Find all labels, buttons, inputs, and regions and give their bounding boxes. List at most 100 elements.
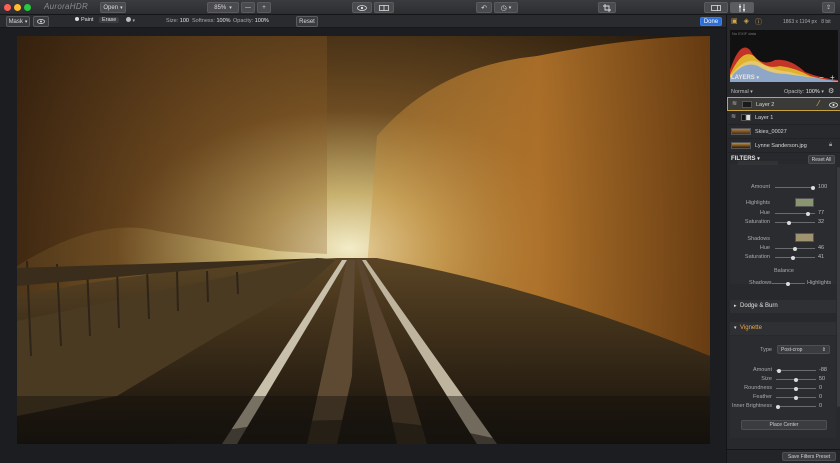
slider-knob[interactable] — [776, 404, 780, 409]
photo-canvas[interactable] — [17, 36, 710, 444]
vig-type-dropdown[interactable]: Post-crop ⇕ — [777, 345, 830, 354]
layer-thumbnail — [731, 142, 751, 149]
mask-visibility-button[interactable] — [33, 16, 49, 27]
ct-s-sat-slider[interactable] — [775, 255, 815, 260]
zoom-window-button[interactable] — [24, 4, 31, 11]
compare-button[interactable] — [374, 2, 394, 13]
place-center-button[interactable]: Place Center — [741, 420, 827, 430]
layers-header[interactable]: LAYERS ▾ — [731, 75, 759, 81]
save-filters-preset-button[interactable]: Save Filters Preset — [782, 452, 836, 461]
chevron-down-icon: ▾ — [24, 18, 28, 25]
gear-icon[interactable]: ⚙ — [828, 87, 834, 95]
slider-knob[interactable] — [794, 377, 798, 382]
slider-knob[interactable] — [793, 246, 797, 251]
mask-label: Mask — [8, 18, 23, 25]
reset-mask-button[interactable]: Reset — [296, 16, 318, 27]
ct-h-sat-slider[interactable] — [775, 220, 815, 225]
slider-knob[interactable] — [791, 255, 795, 260]
layers-stack-icon[interactable]: ◈ — [744, 17, 749, 27]
erase-option[interactable]: Erase — [99, 17, 120, 23]
crop-button[interactable] — [598, 2, 616, 13]
zoom-out-button[interactable]: — — [241, 2, 255, 13]
preview-eye-button[interactable] — [352, 2, 372, 13]
vig-inner-label: Inner Brightness — [731, 403, 772, 409]
ct-s-sat-value: 41 — [818, 254, 825, 260]
mask-toolbar: Mask ▾ Paint Erase ▾ Size: 100 Softness:… — [0, 15, 726, 28]
image-icon[interactable]: ▣ — [731, 17, 738, 27]
eye-icon[interactable] — [829, 102, 838, 108]
layer-thumbnail — [731, 128, 751, 135]
vig-amount-slider[interactable] — [776, 368, 816, 373]
share-button[interactable]: ⇪ — [822, 2, 835, 13]
slider-knob[interactable] — [806, 211, 810, 216]
layer-row[interactable]: Lynne Sanderson.jpg 🔒︎ — [727, 139, 840, 153]
layer-row[interactable]: ≋ Layer 2 ⁄ — [727, 97, 840, 111]
layer-row[interactable]: ≋ Layer 1 — [727, 111, 840, 125]
ct-highlights-label: Highlights — [745, 200, 770, 206]
vig-inner-value: 0 — [819, 403, 823, 409]
slider-knob[interactable] — [794, 395, 798, 400]
open-button[interactable]: Open ▾ — [100, 2, 126, 13]
minimize-window-button[interactable] — [14, 4, 21, 11]
ct-amount-slider[interactable] — [775, 185, 815, 190]
app-logo: AuroraHDR — [44, 2, 89, 11]
slider-knob[interactable] — [794, 386, 798, 391]
layer-name: Skies_00027 — [755, 129, 787, 135]
vignette-section-header[interactable]: ▾ Vignette — [730, 322, 836, 335]
layout-button[interactable] — [704, 2, 728, 13]
brush-icon[interactable]: ⁄ — [818, 99, 819, 108]
ct-highlights-swatch[interactable] — [795, 198, 814, 207]
layer-opacity-label: Opacity: — [784, 89, 805, 95]
dodge-burn-section[interactable]: ▸ Dodge & Burn — [730, 300, 836, 313]
opacity-readout[interactable]: Opacity: 100% — [233, 18, 269, 24]
ct-balance-highlights: Highlights — [807, 280, 832, 286]
ct-h-sat-label: Saturation — [744, 219, 770, 225]
blend-mode-dropdown[interactable]: Normal ▾ — [731, 89, 753, 95]
chevron-down-icon: ▾ — [756, 75, 759, 81]
layer-name: Lynne Sanderson.jpg — [755, 143, 807, 149]
opacity-value: 100% — [254, 18, 269, 24]
layer-row[interactable]: Skies_00027 — [727, 125, 840, 139]
ct-s-hue-slider[interactable] — [775, 246, 815, 251]
slider-knob[interactable] — [777, 368, 781, 373]
vig-size-slider[interactable] — [776, 377, 816, 382]
zoom-in-button[interactable]: + — [257, 2, 271, 13]
ct-balance-slider[interactable] — [772, 281, 805, 286]
layer-opacity-dropdown[interactable]: Opacity: 100% ▾ — [784, 89, 824, 95]
eye-icon — [37, 19, 45, 24]
remove-layer-button[interactable]: − — [819, 73, 824, 82]
ct-s-sat-label: Saturation — [744, 254, 770, 260]
softness-value: 100% — [216, 18, 231, 24]
adjust-panel-button[interactable] — [730, 2, 754, 13]
slider-knob[interactable] — [787, 220, 791, 225]
layers-title: LAYERS — [731, 75, 755, 81]
vig-feather-value: 0 — [819, 394, 823, 400]
history-button[interactable]: ◷ ▾ — [494, 2, 518, 13]
softness-readout[interactable]: Softness: 100% — [192, 18, 231, 24]
ct-h-hue-slider[interactable] — [775, 211, 815, 216]
vig-inner-slider[interactable] — [776, 404, 816, 409]
zoom-dropdown[interactable]: 85% ▾ — [207, 2, 239, 13]
chevron-down-icon: ▾ — [821, 89, 824, 95]
ct-shadows-swatch[interactable] — [795, 233, 814, 242]
done-button[interactable]: Done — [700, 17, 722, 26]
layer-thumbnail — [742, 101, 752, 108]
compare-icon — [379, 4, 389, 11]
reset-all-button[interactable]: Reset All — [808, 155, 835, 164]
undo-button[interactable]: ↶ — [476, 2, 492, 13]
size-readout[interactable]: Size: 100 — [166, 18, 189, 24]
add-layer-button[interactable]: + — [830, 73, 835, 82]
info-icon[interactable]: ⓘ — [755, 17, 762, 27]
mask-dropdown[interactable]: Mask ▾ — [6, 16, 30, 27]
slider-knob[interactable] — [786, 281, 790, 286]
blend-mode-value: Normal — [731, 89, 749, 95]
paint-option[interactable]: Paint — [75, 17, 94, 23]
chevron-down-icon: ▾ — [229, 4, 232, 11]
vig-roundness-slider[interactable] — [776, 386, 816, 391]
title-bar: AuroraHDR Open ▾ 85% ▾ — + ↶ ◷ ▾ ⇪ — [0, 0, 840, 15]
brush-type-dropdown[interactable]: ▾ — [126, 17, 135, 24]
vig-feather-slider[interactable] — [776, 395, 816, 400]
slider-knob[interactable] — [811, 185, 815, 190]
ct-balance-label: Balance — [774, 268, 794, 274]
close-window-button[interactable] — [4, 4, 11, 11]
